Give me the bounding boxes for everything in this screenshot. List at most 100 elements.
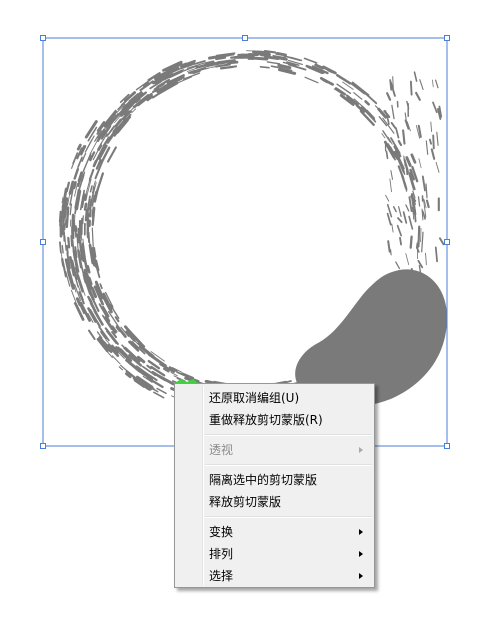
ink-stroke (153, 391, 165, 399)
menu-item-isolate-clipping-mask[interactable]: 隔离选中的剪切蒙版 (175, 469, 374, 491)
ink-stroke (434, 79, 439, 89)
ink-stroke (92, 159, 98, 168)
ink-stroke (97, 144, 103, 151)
ink-stroke (417, 225, 421, 248)
ink-stroke (430, 148, 436, 160)
ink-stroke (88, 168, 95, 181)
ink-stroke (304, 76, 319, 84)
ink-stroke (146, 364, 152, 370)
context-menu: 还原取消编组(U) 重做释放剪切蒙版(R) 透视 隔离选中的剪切蒙版 释放剪切蒙… (174, 383, 375, 588)
menu-item-select[interactable]: 选择 (175, 565, 374, 587)
selection-handle[interactable] (40, 239, 46, 245)
selection-handle[interactable] (242, 35, 248, 41)
ink-stroke (349, 82, 366, 95)
menu-item-undo-ungroup[interactable]: 还原取消编组(U) (175, 387, 374, 409)
ink-stroke (390, 249, 392, 256)
menu-separator (205, 464, 372, 466)
ink-stroke (436, 131, 439, 146)
ink-stroke (83, 258, 89, 272)
ink-stroke (70, 289, 77, 303)
ink-stroke (391, 104, 395, 120)
ink-stroke (432, 134, 435, 150)
ink-stroke (61, 244, 64, 254)
ink-stroke (399, 236, 403, 246)
ink-stroke (397, 206, 402, 218)
ink-stroke (415, 91, 421, 101)
ink-stroke (385, 150, 389, 160)
ink-stroke (395, 127, 400, 139)
ink-stroke (419, 79, 424, 91)
ink-stroke (405, 253, 410, 266)
ink-stroke (69, 203, 73, 216)
ink-stroke (395, 261, 401, 270)
menu-item-label: 隔离选中的剪切蒙版 (209, 473, 318, 487)
ink-stroke (61, 258, 65, 267)
ink-stroke (396, 224, 403, 237)
menu-item-label: 选择 (209, 569, 234, 583)
menu-item-arrange[interactable]: 排列 (175, 543, 374, 565)
ink-stroke (278, 68, 297, 75)
ink-stroke (91, 227, 94, 248)
ink-stroke (438, 237, 445, 246)
menu-item-redo-release-clipping-mask[interactable]: 重做释放剪切蒙版(R) (175, 409, 374, 431)
ink-stroke (59, 241, 62, 254)
ink-stroke (215, 56, 227, 61)
menu-item-label: 排列 (209, 547, 234, 561)
ink-stroke (76, 143, 82, 151)
ink-stroke (157, 374, 175, 386)
ink-stroke (71, 239, 76, 258)
ink-stroke (89, 185, 93, 193)
ink-stroke (417, 196, 421, 207)
ink-stroke (84, 139, 93, 153)
ink-stroke (58, 210, 62, 223)
ink-stroke (170, 372, 178, 377)
menu-item-label: 还原取消编组(U) (209, 391, 300, 405)
ink-stroke (91, 206, 95, 218)
menu-item-transform[interactable]: 变换 (175, 521, 374, 543)
ink-stroke (390, 170, 394, 180)
ink-stroke (220, 52, 235, 57)
ink-stroke (230, 55, 251, 59)
submenu-arrow-icon (359, 573, 363, 579)
ink-stroke (83, 202, 88, 211)
ink-stroke (409, 235, 413, 249)
ink-stroke (65, 206, 70, 229)
ink-stroke (425, 140, 429, 155)
ink-stroke (386, 92, 392, 101)
ink-stroke (428, 138, 433, 145)
ink-stroke (96, 172, 105, 192)
ink-stroke (425, 199, 430, 209)
selection-handle[interactable] (40, 443, 46, 449)
ink-stroke (99, 283, 103, 290)
ink-stroke (75, 297, 82, 307)
ink-stroke (421, 175, 426, 192)
ink-stroke (92, 246, 97, 258)
ink-stroke (425, 183, 428, 199)
submenu-arrow-icon (359, 529, 363, 535)
selection-handle[interactable] (444, 35, 450, 41)
ink-stroke (432, 101, 438, 114)
ink-stroke (65, 181, 71, 193)
ink-stroke (88, 329, 96, 340)
ink-stroke (385, 194, 390, 202)
selection-handle[interactable] (40, 35, 46, 41)
selection-handle[interactable] (444, 239, 450, 245)
ink-stroke (111, 355, 121, 365)
selection-handle[interactable] (444, 443, 450, 449)
ink-stroke (73, 214, 76, 226)
menu-item-release-clipping-mask[interactable]: 释放剪切蒙版 (175, 491, 374, 513)
menu-item-label: 变换 (209, 525, 234, 539)
menu-separator (205, 516, 372, 518)
ink-stroke (182, 72, 201, 80)
ink-stroke (335, 73, 352, 85)
ink-stroke (73, 167, 80, 180)
submenu-arrow-icon (359, 551, 363, 557)
ink-stroke (72, 181, 77, 190)
ink-stroke (389, 79, 393, 91)
ink-stroke (408, 215, 414, 230)
ink-stroke (431, 79, 434, 88)
ink-stroke (425, 252, 427, 266)
ink-stroke (77, 156, 83, 169)
menu-separator (205, 434, 372, 436)
ink-stroke (84, 209, 88, 222)
